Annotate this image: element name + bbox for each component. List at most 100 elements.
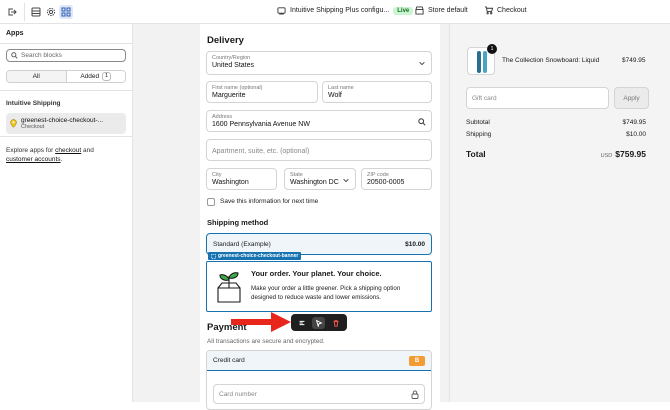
tab-all[interactable]: All — [7, 71, 66, 82]
trash-icon — [333, 319, 339, 327]
top-bar: Intuitive Shipping Plus configu... Live … — [0, 0, 670, 24]
eco-package-icon — [217, 272, 241, 303]
subtotal-label: Subtotal — [466, 119, 490, 126]
card-number-field[interactable]: Card number — [213, 384, 425, 404]
customer-accounts-link[interactable]: customer accounts — [6, 156, 61, 163]
save-info-label: Save this information for next time — [220, 198, 319, 205]
gift-card-input[interactable]: Gift card — [466, 87, 609, 109]
subtotal-value: $749.95 — [622, 119, 647, 126]
greenest-choice-banner[interactable]: Your order. Your planet. Your choice. Ma… — [206, 261, 432, 312]
total-label: Total — [466, 149, 486, 159]
apartment-field[interactable]: Apartment, suite, etc. (optional) — [206, 139, 432, 161]
explore-suffix: . — [60, 156, 63, 163]
tab-added[interactable]: Added 1 — [65, 71, 125, 82]
credit-card-label: Credit card — [213, 357, 245, 364]
product-name: The Collection Snowboard: Liquid — [502, 57, 600, 64]
quantity-badge: 1 — [487, 44, 497, 54]
last-name-label: Last name — [328, 85, 354, 91]
divider — [0, 43, 133, 44]
layout-icon[interactable] — [29, 5, 43, 19]
city-label: City — [212, 172, 222, 178]
state-label: State — [290, 172, 303, 178]
country-label: Country/Region — [212, 55, 251, 61]
checkout-selector[interactable]: Checkout — [484, 6, 527, 15]
subtotal-row: Subtotal $749.95 — [466, 119, 646, 126]
block-tag-label: greenest-choice-checkout-banner — [218, 253, 299, 259]
checkout-label: Checkout — [497, 7, 527, 14]
order-summary — [449, 24, 670, 402]
section-title-intuitive-shipping: Intuitive Shipping — [6, 100, 61, 107]
settings-icon[interactable] — [44, 5, 58, 19]
country-value: United States — [212, 62, 255, 69]
chevron-down-icon — [419, 61, 425, 66]
annotation-arrow — [231, 312, 291, 332]
total-currency: USD — [600, 153, 613, 159]
gift-card-placeholder: Gift card — [472, 94, 497, 102]
select-block-button[interactable] — [312, 316, 326, 329]
delete-block-button[interactable] — [329, 317, 342, 329]
total-row: Total USD $759.95 — [466, 149, 646, 159]
address-value: 1600 Pennsylvania Avenue NW — [212, 121, 310, 128]
last-name-value: Wolf — [328, 92, 342, 99]
shipping-option-price: $10.00 — [405, 240, 425, 248]
apps-icon[interactable] — [59, 5, 73, 19]
divider — [0, 90, 133, 91]
address-field[interactable]: Address 1600 Pennsylvania Avenue NW — [206, 110, 432, 132]
city-field[interactable]: City Washington — [206, 168, 277, 190]
payment-methods: Credit card B Card number — [206, 350, 432, 410]
sidebar-title: Apps — [6, 30, 24, 37]
shipping-label: Shipping — [466, 131, 492, 138]
cart-icon — [484, 6, 493, 15]
search-blocks-input[interactable]: Search blocks — [6, 49, 126, 62]
total-value: $759.95 — [615, 149, 646, 159]
country-select[interactable]: Country/Region United States — [206, 51, 432, 75]
filter-tabs: All Added 1 — [6, 70, 126, 83]
last-name-field[interactable]: Last name Wolf — [322, 81, 432, 103]
save-info-checkbox[interactable] — [207, 198, 215, 206]
app-config-selector[interactable]: Intuitive Shipping Plus configu... Live — [277, 6, 414, 15]
banner-title: Your order. Your planet. Your choice. — [251, 269, 382, 278]
store-selector[interactable]: Store default — [415, 6, 468, 15]
block-tag[interactable]: greenest-choice-checkout-banner — [208, 252, 302, 260]
location-pin-icon — [10, 119, 17, 128]
app-icon — [277, 7, 286, 15]
tab-added-label: Added — [80, 73, 100, 80]
exit-icon[interactable] — [5, 5, 19, 19]
arrange-icon — [299, 320, 305, 325]
explore-mid: and — [81, 147, 94, 154]
zip-value: 20500-0005 — [367, 179, 405, 186]
card-number-placeholder: Card number — [219, 390, 257, 398]
search-icon — [11, 52, 18, 59]
apply-button[interactable]: Apply — [614, 87, 649, 109]
address-label: Address — [212, 114, 233, 120]
lock-icon — [411, 390, 419, 399]
block-name: greenest-choice-checkout-... — [21, 117, 104, 124]
credit-card-option[interactable]: Credit card B — [207, 351, 431, 371]
shipping-value: $10.00 — [626, 131, 646, 138]
first-name-value: Marguerite — [212, 92, 246, 99]
zip-field[interactable]: ZIP code 20500-0005 — [361, 168, 432, 190]
tab-all-label: All — [32, 73, 40, 80]
apps-sidebar: Apps Search blocks All Added 1 Intuitive… — [0, 24, 133, 402]
first-name-field[interactable]: First name (optional) Marguerite — [206, 81, 318, 103]
divider — [0, 136, 133, 137]
block-icon — [211, 253, 216, 259]
search-placeholder: Search blocks — [21, 52, 62, 59]
chevron-down-icon — [343, 178, 349, 183]
block-toolbar — [291, 314, 347, 331]
apartment-placeholder: Apartment, suite, etc. (optional) — [212, 148, 310, 155]
divider — [24, 3, 25, 21]
live-badge: Live — [393, 6, 414, 15]
store-label: Store default — [428, 7, 468, 14]
delivery-heading: Delivery — [207, 35, 244, 46]
checkout-apps-link[interactable]: checkout — [55, 147, 81, 154]
shipping-option-name: Standard (Example) — [213, 240, 271, 248]
move-up-button[interactable] — [296, 317, 309, 329]
store-icon — [415, 6, 424, 15]
shipping-method-heading: Shipping method — [207, 218, 269, 227]
state-value: Washington DC — [290, 179, 339, 186]
shipping-row: Shipping $10.00 — [466, 131, 646, 138]
state-select[interactable]: State Washington DC — [284, 168, 356, 190]
sidebar-block-greenest-choice[interactable]: greenest-choice-checkout-... Checkout — [6, 113, 126, 134]
added-count-badge: 1 — [102, 72, 112, 81]
